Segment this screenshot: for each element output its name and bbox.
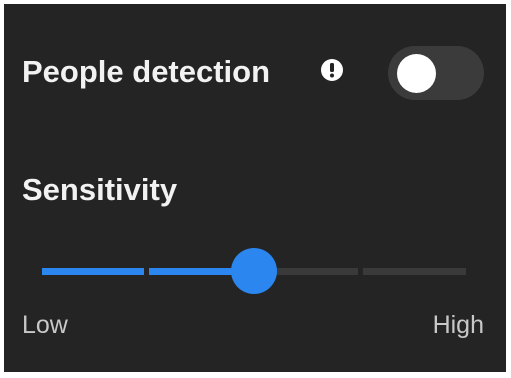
slider-track-segment (42, 268, 144, 275)
toggle-knob (397, 54, 436, 93)
slider-min-label: Low (22, 311, 68, 339)
people-detection-toggle[interactable] (388, 46, 484, 100)
slider-track-segment (363, 268, 466, 275)
settings-panel: People detection Sensitivity Low High (4, 4, 506, 372)
sensitivity-label: Sensitivity (22, 172, 178, 207)
info-icon[interactable] (321, 59, 343, 81)
slider-max-label: High (432, 311, 484, 339)
people-detection-label: People detection (22, 54, 271, 89)
sensitivity-slider[interactable] (42, 246, 466, 296)
slider-thumb[interactable] (231, 248, 277, 294)
